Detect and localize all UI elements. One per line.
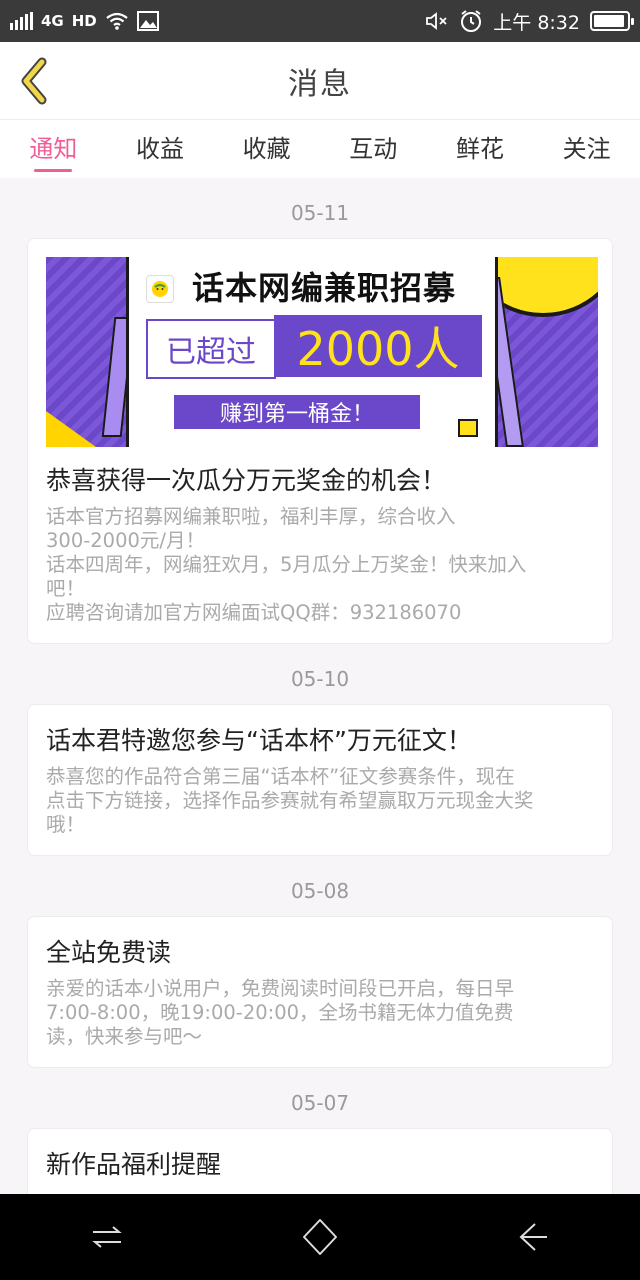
tab-interactions[interactable]: 互动 (328, 124, 418, 174)
battery-level (594, 15, 625, 27)
message-card[interactable]: 话本网编兼职招募 已超过 2000人 赚到第一桶金！ 恭喜获得一次瓜分万元奖金的… (27, 238, 613, 644)
battery-icon (590, 11, 634, 31)
tab-earnings[interactable]: 收益 (115, 124, 205, 174)
message-list[interactable]: 05-11 话本网编兼职招募 已超过 2000人 赚到第一桶金！ 恭喜获得一次瓜… (0, 178, 640, 1194)
message-card[interactable]: 新作品福利提醒 (27, 1128, 613, 1194)
message-title: 全站免费读 (46, 938, 172, 967)
message-card[interactable]: 全站免费读 亲爱的话本小说用户，免费阅读时间段已开启，每日早 7:00-8:00… (27, 916, 613, 1068)
screen: 4G HD 上午 8:32 消息 通知 收益 收藏 互动 鲜花 关注 05-11… (0, 0, 640, 1280)
hd-indicator: HD (71, 12, 97, 30)
network-type: 4G (41, 12, 64, 30)
page-title: 消息 (288, 66, 352, 102)
banner-triangle-decoration (46, 411, 96, 447)
signal-icon (10, 12, 33, 30)
message-date: 05-10 (290, 667, 350, 691)
menu-swap-icon[interactable] (77, 1207, 137, 1267)
message-date: 05-11 (290, 201, 350, 225)
tab-notifications[interactable]: 通知 (8, 124, 98, 174)
banner-headline: 话本网编兼职招募 (192, 269, 457, 307)
mute-icon (426, 12, 447, 30)
message-body: 恭喜您的作品符合第三届“话本杯”征文参赛条件，现在 点击下方链接，选择作品参赛就… (46, 765, 534, 836)
promo-banner[interactable]: 话本网编兼职招募 已超过 2000人 赚到第一桶金！ (46, 257, 598, 447)
tab-favorites[interactable]: 收藏 (222, 124, 312, 174)
message-body: 话本官方招募网编兼职啦，福利丰厚，综合收入 300-2000元/月！ 话本四周年… (46, 505, 527, 624)
back-icon[interactable] (503, 1207, 563, 1267)
chevron-left-icon[interactable] (14, 56, 54, 106)
banner-cta: 赚到第一桶金！ (174, 395, 420, 429)
app-logo-icon (146, 275, 174, 303)
home-icon[interactable] (290, 1207, 350, 1267)
app-header: 消息 (0, 42, 640, 120)
message-date: 05-07 (290, 1091, 350, 1115)
banner-square-decoration (458, 419, 478, 437)
message-date: 05-08 (290, 879, 350, 903)
message-title: 话本君特邀您参与“话本杯”万元征文！ (46, 726, 472, 755)
status-bar: 4G HD 上午 8:32 (0, 0, 640, 42)
banner-label: 已超过 (146, 319, 276, 379)
clock: 上午 8:32 (493, 11, 580, 34)
wifi-icon (106, 12, 128, 30)
tab-flowers[interactable]: 鲜花 (435, 124, 525, 174)
banner-count: 2000人 (274, 315, 482, 377)
message-card[interactable]: 话本君特邀您参与“话本杯”万元征文！ 恭喜您的作品符合第三届“话本杯”征文参赛条… (27, 704, 613, 856)
message-body: 亲爱的话本小说用户，免费阅读时间段已开启，每日早 7:00-8:00，晚19:0… (46, 977, 515, 1048)
tab-following[interactable]: 关注 (542, 124, 632, 174)
tab-bar: 通知 收益 收藏 互动 鲜花 关注 (0, 120, 640, 178)
alarm-icon (461, 10, 482, 32)
message-title: 恭喜获得一次瓜分万元奖金的机会！ (46, 466, 447, 495)
system-nav-bar (0, 1194, 640, 1280)
message-title: 新作品福利提醒 (46, 1150, 222, 1179)
image-icon (136, 11, 159, 31)
